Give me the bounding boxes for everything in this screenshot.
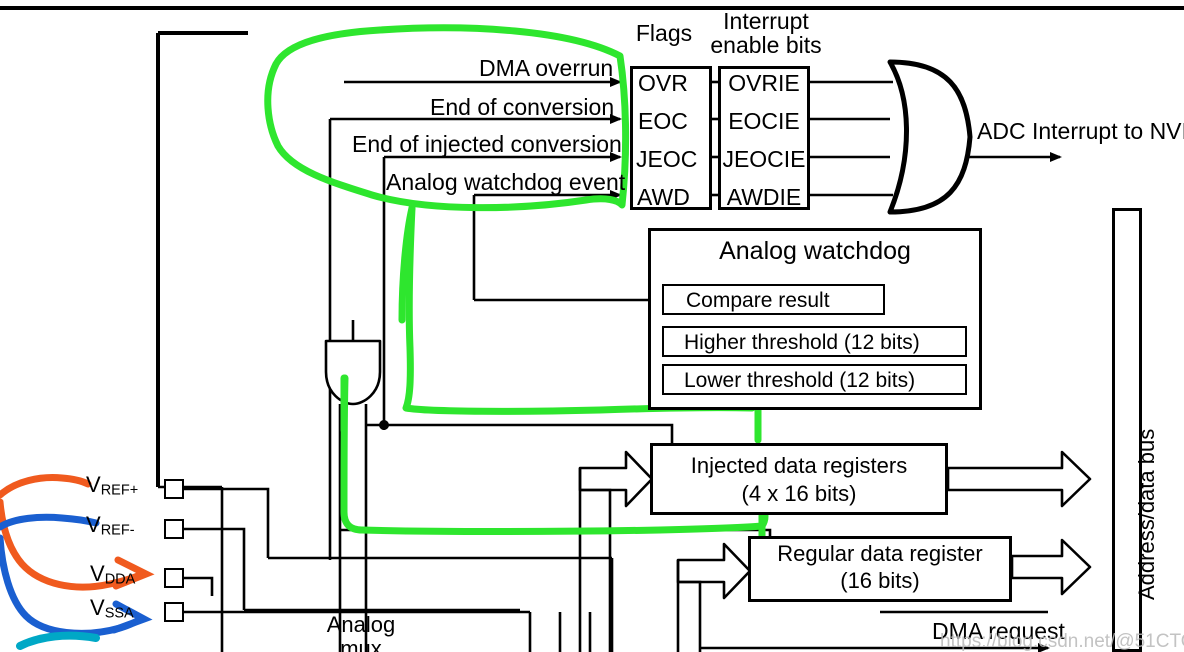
regular-input-arrow [676, 542, 752, 600]
pin-sub-vref-plus: REF+ [100, 482, 139, 499]
signal-label-end-of-injected-conversion: End of injected conversion [352, 131, 622, 157]
injected-input-arrow [578, 450, 654, 508]
pin-sub-vref-minus: REF- [100, 522, 135, 539]
pin-sub-vssa: SSA [104, 605, 134, 622]
pin-pad-vref-minus [164, 519, 184, 539]
pin-base-vdda: V [90, 561, 105, 586]
injected-data-registers-line2: (4 x 16 bits) [741, 481, 857, 506]
cropped-title-rule [0, 6, 1184, 10]
enable-eocie: EOCIE [728, 108, 800, 134]
pin-base-vref-minus: V [86, 512, 101, 537]
enable-to-or-wires [810, 80, 893, 197]
analog-mux-line1: Analog [326, 612, 396, 637]
signal-label-dma-overrun: DMA overrun [479, 55, 614, 81]
cyan-pen-annotation [16, 631, 100, 650]
address-data-bus-label: Address/data bus [1134, 428, 1159, 600]
left-trunk-wire [156, 31, 248, 487]
watermark-text: https://blog.csdn.net/@51CTO博客 [940, 631, 1184, 652]
pin-base-vref-plus: V [86, 472, 101, 497]
flag-eoc: EOC [638, 108, 688, 134]
analog-watchdog-title: Analog watchdog [719, 237, 911, 265]
pin-sub-vdda: DDA [104, 571, 136, 588]
interrupt-enable-header-line2: enable bits [710, 32, 822, 58]
and-gate-shape [324, 320, 382, 652]
diagram-canvas: Flags Interrupt enable bits DMA overrun … [0, 0, 1184, 652]
injected-to-bus-arrow [946, 450, 1092, 508]
pin-pad-vssa [164, 602, 184, 622]
or-gate-shape [887, 59, 973, 215]
higher-threshold-label: Higher threshold (12 bits) [684, 331, 920, 354]
enable-ovrie: OVRIE [728, 70, 800, 96]
interrupt-enable-header-line1: Interrupt [723, 8, 809, 34]
flag-jeoc: JEOC [636, 146, 698, 172]
lower-threshold-label: Lower threshold (12 bits) [684, 369, 916, 392]
pin-label-vdda: VDDA [90, 563, 135, 587]
signal-label-analog-watchdog-event: Analog watchdog event [386, 169, 626, 195]
analog-mux-line2: mux [340, 636, 382, 652]
pin-label-vref-plus: VREF+ [86, 474, 138, 498]
signal-label-end-of-conversion: End of conversion [430, 94, 615, 120]
flag-ovr: OVR [638, 70, 688, 96]
regular-data-register-line1: Regular data register [777, 541, 983, 566]
enable-jeocie: JEOCIE [722, 146, 806, 172]
regular-data-register-line2: (16 bits) [840, 568, 920, 593]
pin-base-vssa: V [90, 595, 105, 620]
regular-to-bus-arrow [1010, 538, 1092, 596]
flag-awd: AWD [637, 184, 690, 210]
compare-result-label: Compare result [686, 289, 830, 312]
pin-label-vref-minus: VREF- [86, 514, 135, 538]
flags-column-header: Flags [635, 20, 693, 46]
adc-interrupt-output-label: ADC Interrupt to NVIC [977, 118, 1184, 144]
pin-pad-vdda [164, 568, 184, 588]
pin-pad-vref-plus [164, 479, 184, 499]
enable-awdie: AWDIE [726, 184, 802, 210]
injected-data-registers-line1: Injected data registers [690, 453, 908, 478]
pin-label-vssa: VSSA [90, 597, 134, 621]
